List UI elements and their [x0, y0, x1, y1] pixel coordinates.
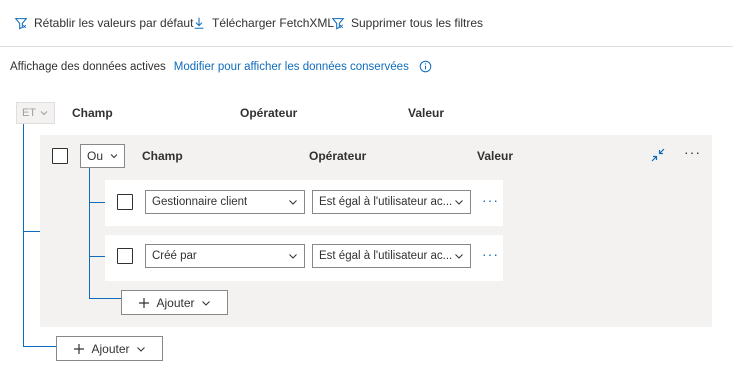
row1-field-value: Gestionnaire client — [152, 196, 248, 208]
root-group-connector — [23, 124, 24, 346]
root-operator-header: Opérateur — [240, 106, 298, 120]
row1-operator-value: Est égal à l'utilisateur ac... — [319, 196, 453, 208]
inner-field-header: Champ — [142, 149, 183, 163]
reset-defaults-label: Rétablir les valeurs par défaut — [34, 16, 194, 30]
info-icon[interactable] — [419, 60, 432, 73]
root-add-button[interactable]: Ajouter — [56, 336, 163, 361]
inner-add-label: Ajouter — [156, 295, 195, 310]
row2-field-select[interactable]: Créé par — [145, 244, 305, 268]
row2-more-options-icon[interactable]: ··· — [482, 246, 499, 262]
row2-branch — [89, 256, 105, 257]
root-add-label: Ajouter — [91, 341, 130, 356]
chevron-down-icon — [110, 154, 118, 159]
chevron-down-icon — [289, 254, 297, 259]
clear-all-filters-button[interactable]: Supprimer tous les filtres — [331, 12, 483, 34]
filter-clear-icon — [331, 18, 345, 30]
row1-more-options-icon[interactable]: ··· — [482, 192, 499, 208]
modify-retained-data-link[interactable]: Modifier pour afficher les données conse… — [174, 61, 409, 73]
row1-operator-select[interactable]: Est égal à l'utilisateur ac... — [312, 190, 471, 214]
row2-operator-value: Est égal à l'utilisateur ac... — [319, 250, 453, 262]
reset-defaults-button[interactable]: Rétablir les valeurs par défaut — [14, 12, 193, 34]
filter-reset-icon — [14, 18, 28, 30]
clear-all-filters-label: Supprimer tous les filtres — [351, 16, 484, 30]
plus-icon — [139, 297, 150, 308]
root-group-operator-select: ET — [16, 102, 55, 124]
chevron-down-icon — [455, 254, 463, 259]
active-data-label: Affichage des données actives — [10, 60, 166, 73]
inner-group-operator-value: Ou — [87, 149, 104, 163]
download-fetchxml-button[interactable]: Télécharger FetchXML — [192, 12, 334, 34]
inner-operator-header: Opérateur — [309, 149, 367, 163]
row2-checkbox[interactable] — [117, 248, 133, 264]
inner-add-branch — [89, 298, 121, 299]
chevron-down-icon — [289, 200, 297, 205]
collapse-icon[interactable] — [650, 147, 666, 163]
row1-branch — [89, 202, 105, 203]
root-value-header: Valeur — [408, 106, 445, 120]
chevron-down-icon — [40, 111, 48, 116]
inner-group-checkbox[interactable] — [52, 148, 68, 164]
toolbar-divider — [0, 46, 733, 47]
chevron-down-icon — [136, 346, 145, 352]
row1-field-select[interactable]: Gestionnaire client — [145, 190, 305, 214]
root-group-operator-value: ET — [21, 107, 37, 119]
plus-icon — [74, 343, 85, 354]
inner-value-header: Valeur — [477, 149, 514, 163]
root-add-branch — [23, 346, 56, 347]
row2-operator-select[interactable]: Est égal à l'utilisateur ac... — [312, 244, 471, 268]
group-more-options-icon[interactable]: ··· — [684, 144, 701, 160]
download-icon — [194, 17, 204, 29]
chevron-down-icon — [201, 300, 210, 306]
inner-add-button[interactable]: Ajouter — [121, 290, 228, 315]
inner-group-connector — [89, 168, 90, 298]
row2-field-value: Créé par — [152, 250, 197, 262]
chevron-down-icon — [455, 200, 463, 205]
root-field-header: Champ — [72, 106, 113, 120]
download-fetchxml-label: Télécharger FetchXML — [212, 16, 335, 30]
root-group-branch — [23, 231, 40, 232]
row1-checkbox[interactable] — [117, 194, 133, 210]
data-status-bar: Affichage des données actives Modifier p… — [10, 60, 432, 73]
inner-group-operator-select[interactable]: Ou — [80, 144, 125, 168]
